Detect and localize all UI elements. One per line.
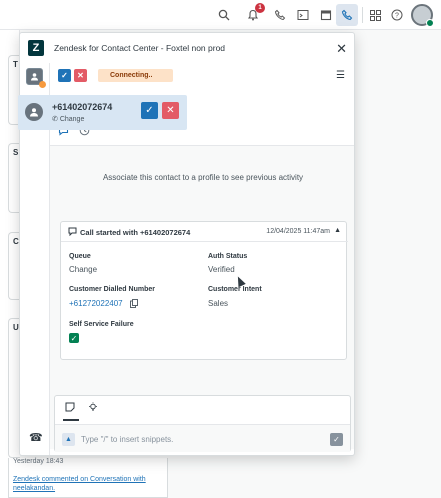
change-queue-link[interactable]: ✆ Change (52, 115, 84, 123)
dialpad-icon[interactable]: ☎ (29, 431, 43, 444)
close-icon[interactable]: ✕ (336, 41, 347, 57)
online-status-dot (426, 19, 434, 27)
chat-bubble-icon (68, 227, 77, 238)
composer-input-row: ▲ Type "/" to insert snippets. ✓ (55, 424, 350, 452)
empty-state-message: Associate this contact to a profile to s… (102, 173, 304, 182)
connecting-status: Connecting.. (98, 69, 173, 82)
terminal-icon[interactable] (294, 6, 312, 24)
background-right-area (355, 30, 441, 498)
search-icon[interactable] (215, 6, 233, 24)
background-card-label: C (13, 237, 19, 246)
bell-icon[interactable]: 1 (244, 3, 265, 24)
apps-grid-icon[interactable] (366, 6, 384, 24)
auth-status-label: Auth Status (208, 253, 248, 260)
active-composer-tab-indicator (63, 419, 79, 421)
customer-intent-label: Customer Intent (208, 286, 262, 293)
toolbar-divider (362, 7, 363, 23)
incoming-call-card: +61402072674 ✆ Change ✓ ✕ (18, 95, 187, 130)
checkmark-icon: ✓ (69, 333, 79, 343)
chevron-up-icon[interactable]: ▲ (334, 227, 341, 234)
contact-card-icon[interactable] (26, 68, 46, 88)
background-card-label: U (13, 323, 19, 332)
copy-icon[interactable] (130, 299, 138, 310)
customer-intent-value: Sales (208, 299, 229, 308)
dialled-number-label: Customer Dialled Number (69, 286, 155, 293)
background-card-label: T (13, 60, 18, 69)
accept-mini-button[interactable]: ✓ (58, 69, 71, 82)
change-label: Change (59, 116, 85, 123)
background-card-label: S (13, 148, 19, 157)
composer-input[interactable]: Type "/" to insert snippets. (81, 435, 173, 444)
dialled-number-value[interactable]: +61272022407 (69, 299, 123, 308)
user-avatar[interactable] (411, 4, 434, 27)
auth-status-value: Verified (208, 265, 235, 274)
person-icon (25, 103, 43, 121)
note-icon[interactable] (65, 402, 75, 415)
chevron-up-icon[interactable]: ▲ (62, 433, 75, 446)
phone-active-icon[interactable] (338, 6, 356, 24)
self-service-failure-label: Self Service Failure (69, 321, 134, 328)
queue-label: Queue (69, 253, 91, 260)
panel-title: Zendesk for Contact Center - Foxtel non … (54, 43, 226, 53)
activity-timestamp: Yesterday 18:43 (13, 458, 64, 465)
panel-header: Z Zendesk for Contact Center - Foxtel no… (20, 33, 354, 63)
lightbulb-icon[interactable] (88, 402, 98, 415)
submit-check-button[interactable]: ✓ (330, 433, 343, 446)
notification-badge: 1 (255, 3, 265, 13)
phone-icon: ✆ (52, 116, 60, 123)
queue-value: Change (69, 265, 98, 274)
svg-text:?: ? (395, 13, 399, 20)
call-summary-card: Call started with +61402072674 12/04/202… (60, 221, 348, 360)
activity-link[interactable]: Zendesk commented on Conversation with n… (13, 475, 167, 493)
message-composer: ▲ Type "/" to insert snippets. ✓ (54, 395, 351, 452)
activity-feed-item: Yesterday 18:43 Zendesk commented on Con… (8, 458, 168, 498)
reject-call-button[interactable]: ✕ (162, 102, 179, 119)
zendesk-logo-icon: Z (28, 40, 44, 56)
status-dot (39, 81, 46, 88)
help-icon[interactable]: ? (388, 6, 406, 24)
call-card-date: 12/04/2025 11:47am (266, 228, 330, 235)
menu-list-icon[interactable]: ☰ (336, 70, 345, 81)
calendar-icon[interactable] (317, 6, 335, 24)
phone-icon[interactable] (271, 6, 289, 24)
caller-number: +61402072674 (52, 102, 113, 112)
reject-mini-button[interactable]: ✕ (74, 69, 87, 82)
accept-call-button[interactable]: ✓ (141, 102, 158, 119)
top-app-bar: 1 ? (0, 0, 441, 30)
call-card-title: Call started with +61402072674 (80, 228, 191, 237)
call-card-header[interactable]: Call started with +61402072674 12/04/202… (61, 222, 348, 242)
